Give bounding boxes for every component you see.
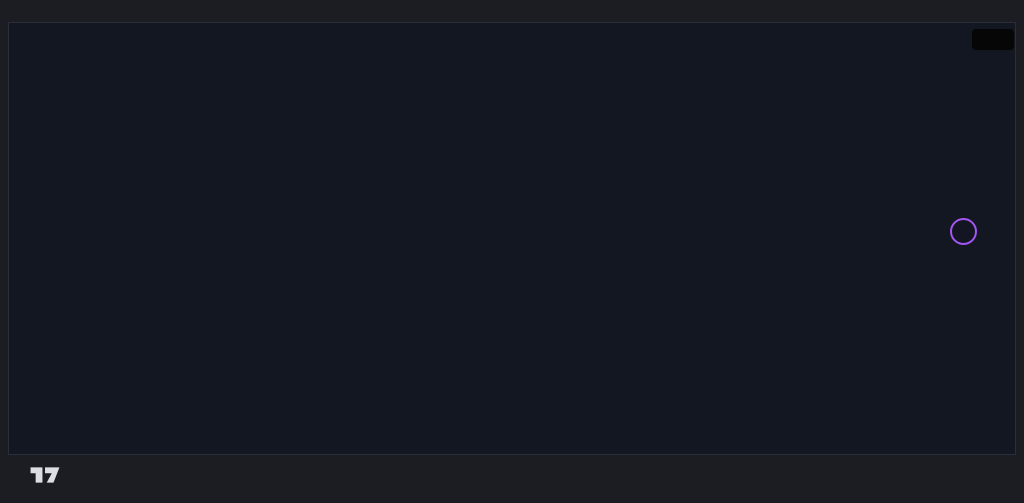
flash-action-button[interactable] [950, 218, 977, 245]
chart-plot-area[interactable] [9, 23, 1015, 454]
symbol-legend[interactable] [31, 30, 79, 44]
tradingview-logo[interactable] [28, 461, 71, 489]
macd-legend[interactable] [31, 247, 59, 261]
currency-toggle-button[interactable] [972, 29, 1014, 50]
tradingview-logo-icon [28, 461, 62, 489]
cmf-legend[interactable] [31, 342, 38, 356]
chart-widget[interactable] [8, 22, 1016, 455]
screen: { "attribution": "sarayucyzie created wi… [0, 0, 1024, 503]
